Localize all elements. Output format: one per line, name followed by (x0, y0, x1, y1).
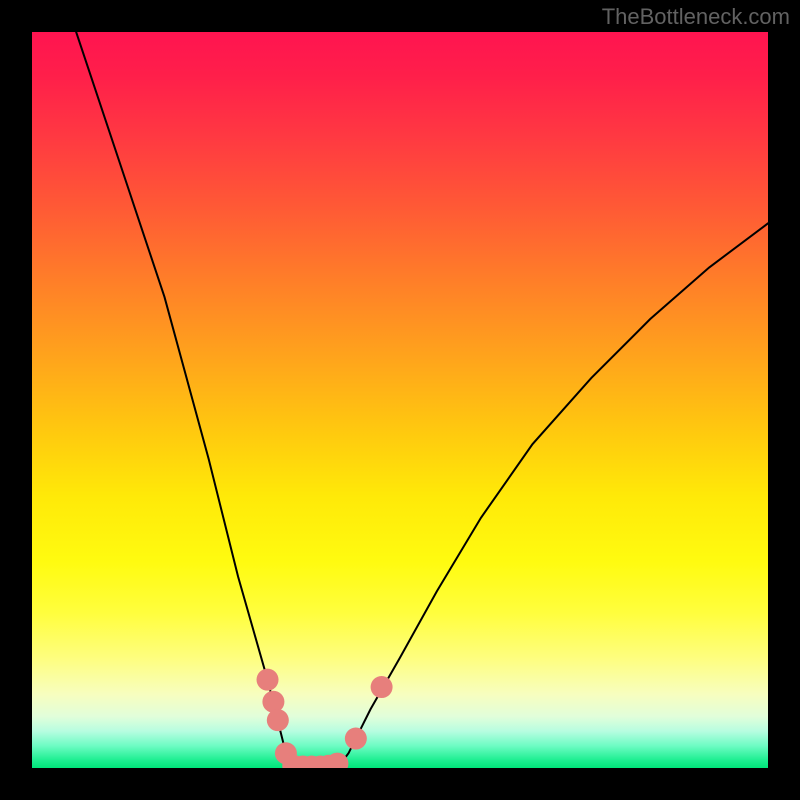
chart-frame: TheBottleneck.com (0, 0, 800, 800)
plot-area (32, 32, 768, 768)
watermark-text: TheBottleneck.com (602, 4, 790, 30)
series-right-branch (337, 223, 768, 768)
marker-left-3 (267, 709, 289, 731)
marker-right-1 (345, 728, 367, 750)
chart-svg (32, 32, 768, 768)
series-left-branch (76, 32, 293, 768)
marker-left-1 (257, 669, 279, 691)
marker-left-2 (262, 691, 284, 713)
marker-right-2 (371, 676, 393, 698)
